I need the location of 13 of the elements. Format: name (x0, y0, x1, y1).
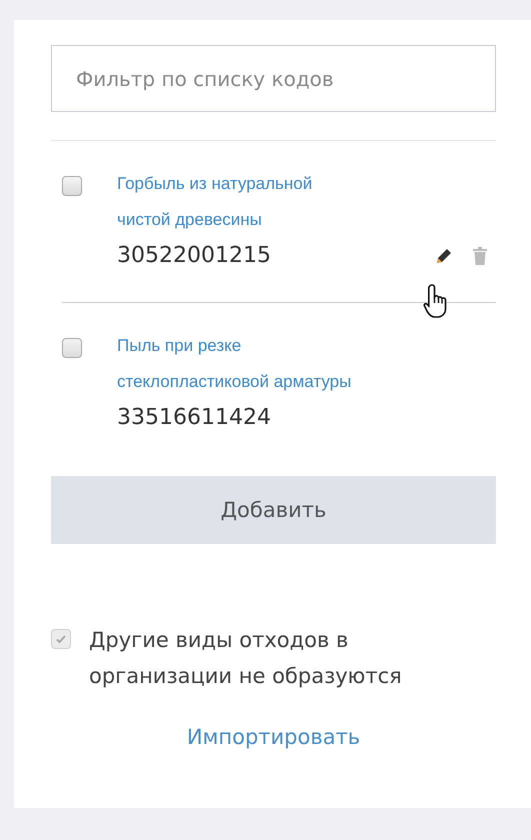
checkbox[interactable] (62, 338, 82, 358)
waste-name-link[interactable]: Пыль при резке стеклопластиковой арматуры (117, 328, 359, 400)
checkmark-icon (55, 633, 67, 645)
import-link[interactable]: Импортировать (186, 725, 360, 749)
waste-code: 33516611424 (117, 404, 272, 432)
waste-name-link[interactable]: Горбыль из натуральной чистой древесины (117, 166, 359, 238)
code-filter-input[interactable]: Фильтр по списку кодов (51, 45, 496, 112)
pencil-icon[interactable] (434, 246, 454, 266)
checkbox[interactable] (62, 176, 82, 196)
waste-code: 30522001215 (117, 242, 272, 270)
add-button[interactable]: Добавить (51, 476, 496, 544)
no-other-waste-label: Другие виды отходов в организации не образуются (89, 627, 403, 690)
trash-icon[interactable] (472, 247, 488, 265)
